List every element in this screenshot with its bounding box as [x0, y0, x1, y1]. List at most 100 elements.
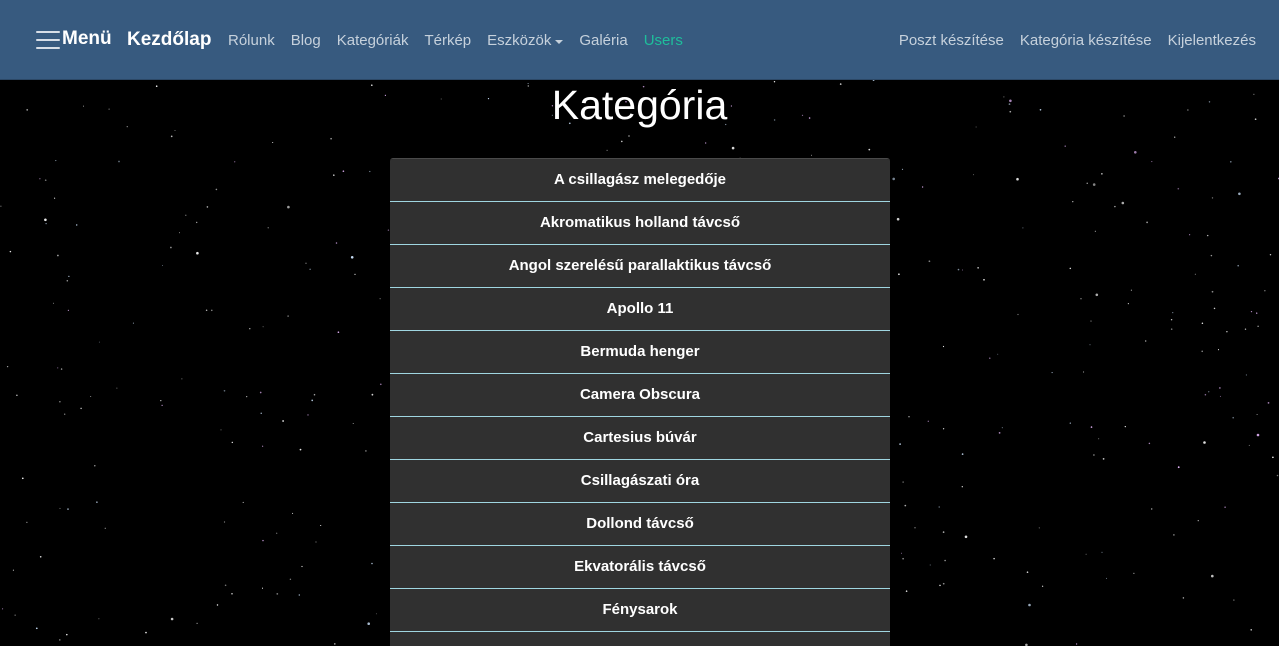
star: [57, 254, 59, 257]
category-item[interactable]: Dollond távcső: [390, 503, 890, 546]
create-category-link[interactable]: Kategória készítése: [1020, 31, 1152, 51]
star: [379, 383, 382, 386]
category-item[interactable]: Apollo 11: [390, 288, 890, 331]
star: [1098, 438, 1100, 440]
star: [104, 527, 106, 529]
nav-right-links: Poszt készítése Kategória készítése Kije…: [883, 30, 1256, 52]
category-item[interactable]: Cartesius búvár: [390, 417, 890, 460]
star: [1124, 425, 1126, 428]
nav-link-kategoriak[interactable]: Kategóriák: [337, 31, 409, 51]
star: [1151, 161, 1153, 163]
star: [1172, 312, 1174, 314]
star: [196, 622, 198, 625]
category-item[interactable]: [390, 632, 890, 646]
menu-toggle-button[interactable]: Menü: [36, 29, 112, 49]
star: [375, 613, 377, 615]
category-item[interactable]: Camera Obscura: [390, 374, 890, 417]
star: [1130, 289, 1132, 291]
star: [64, 413, 66, 415]
star: [57, 367, 59, 369]
star: [1090, 320, 1092, 322]
star: [67, 508, 69, 510]
star: [59, 639, 61, 641]
nav-link-galeria[interactable]: Galéria: [579, 31, 627, 51]
star: [905, 590, 908, 592]
star: [1245, 374, 1247, 376]
star: [55, 160, 57, 162]
star: [334, 643, 336, 645]
star: [259, 391, 262, 394]
star: [54, 197, 56, 199]
star: [161, 404, 163, 407]
category-item[interactable]: Csillagászati óra: [390, 460, 890, 503]
star: [898, 273, 900, 276]
star: [98, 341, 100, 343]
star: [59, 401, 61, 403]
star: [90, 396, 92, 397]
star: [1229, 160, 1232, 163]
star: [21, 477, 24, 480]
star: [44, 179, 47, 182]
category-item[interactable]: Fénysarok: [390, 589, 890, 632]
star: [1146, 221, 1148, 224]
nav-dropdown-eszkozok[interactable]: Eszközök: [487, 31, 564, 51]
star: [44, 218, 47, 222]
nav-link-terkep[interactable]: Térkép: [424, 31, 471, 51]
star: [292, 512, 294, 514]
star: [66, 279, 69, 282]
star: [170, 617, 174, 621]
star: [35, 627, 38, 630]
star: [1250, 310, 1253, 313]
star: [896, 217, 900, 221]
star: [59, 507, 61, 509]
star: [98, 618, 100, 620]
top-navbar: Menü Kezdőlap Rólunk Blog Kategóriák Tér…: [0, 0, 1279, 80]
category-item[interactable]: Bermuda henger: [390, 331, 890, 374]
star: [1256, 312, 1258, 314]
logout-link[interactable]: Kijelentkezés: [1168, 31, 1256, 51]
nav-link-users[interactable]: Users: [644, 31, 683, 51]
nav-link-blog[interactable]: Blog: [291, 31, 321, 51]
star: [350, 255, 354, 259]
star: [1211, 197, 1214, 199]
star: [170, 135, 173, 138]
star: [242, 501, 244, 503]
star: [927, 420, 929, 422]
category-item[interactable]: A csillagász melegedője: [390, 159, 890, 202]
star: [1264, 290, 1266, 292]
nav-link-rolunk[interactable]: Rólunk: [228, 31, 275, 51]
star: [1145, 340, 1147, 342]
star: [282, 420, 284, 422]
category-item[interactable]: Angol szerelésű parallaktikus távcső: [390, 245, 890, 288]
category-item[interactable]: Akromatikus holland távcső: [390, 202, 890, 245]
star: [320, 524, 322, 527]
star: [901, 168, 904, 170]
star: [938, 506, 940, 508]
star: [810, 154, 813, 156]
star: [962, 269, 963, 271]
star: [1026, 571, 1029, 573]
star: [1173, 534, 1175, 536]
create-post-link[interactable]: Poszt készítése: [899, 31, 1004, 51]
star: [1148, 442, 1151, 445]
star: [1267, 402, 1270, 404]
star: [1232, 416, 1234, 419]
star: [1069, 267, 1072, 270]
star: [973, 174, 975, 176]
star: [267, 227, 269, 229]
star: [0, 205, 2, 207]
category-item[interactable]: Ekvatorális távcső: [390, 546, 890, 589]
star: [352, 423, 354, 424]
brand-home-link[interactable]: Kezdőlap: [127, 28, 211, 52]
star: [1170, 318, 1173, 321]
star: [731, 146, 735, 150]
star: [1114, 205, 1116, 208]
star: [1028, 603, 1031, 607]
star: [1206, 234, 1209, 237]
star: [993, 557, 995, 560]
star: [342, 170, 345, 173]
star: [1197, 520, 1199, 522]
star: [902, 557, 904, 560]
star: [276, 532, 278, 534]
star: [1213, 307, 1216, 310]
